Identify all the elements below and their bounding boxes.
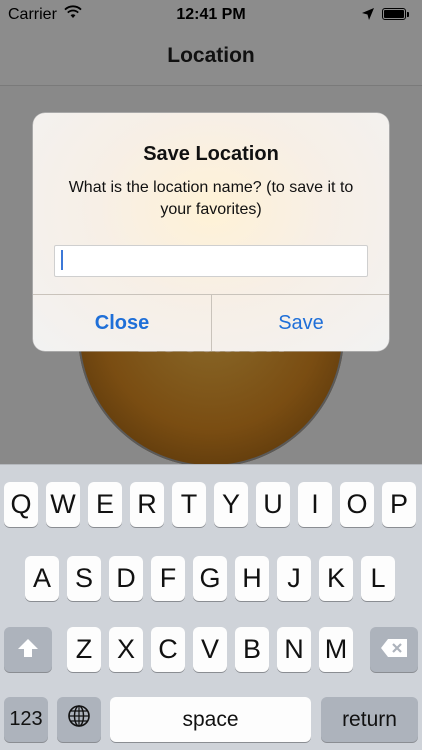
location-arrow-icon xyxy=(361,7,375,21)
navigation-bar: Location xyxy=(0,30,422,86)
alert-title: Save Location xyxy=(143,143,279,165)
key-g[interactable]: G xyxy=(193,556,227,601)
numbers-key[interactable]: 123 xyxy=(4,697,48,742)
shift-icon xyxy=(17,634,39,665)
key-h[interactable]: H xyxy=(235,556,269,601)
key-q[interactable]: Q xyxy=(4,482,38,527)
location-name-input[interactable] xyxy=(54,245,368,277)
key-l[interactable]: L xyxy=(361,556,395,601)
key-c[interactable]: C xyxy=(151,627,185,672)
key-z[interactable]: Z xyxy=(67,627,101,672)
key-d[interactable]: D xyxy=(109,556,143,601)
status-bar: Carrier 12:41 PM xyxy=(0,0,422,30)
close-button[interactable]: Close xyxy=(33,295,211,351)
key-j[interactable]: J xyxy=(277,556,311,601)
key-u[interactable]: U xyxy=(256,482,290,527)
key-w[interactable]: W xyxy=(46,482,80,527)
key-v[interactable]: V xyxy=(193,627,227,672)
key-i[interactable]: I xyxy=(298,482,332,527)
battery-icon xyxy=(382,8,412,22)
key-r[interactable]: R xyxy=(130,482,164,527)
key-y[interactable]: Y xyxy=(214,482,248,527)
globe-key[interactable] xyxy=(57,697,101,742)
key-x[interactable]: X xyxy=(109,627,143,672)
save-button[interactable]: Save xyxy=(212,295,389,351)
backspace-key[interactable] xyxy=(370,627,418,672)
save-location-alert: Save Location What is the location name?… xyxy=(33,113,389,351)
key-f[interactable]: F xyxy=(151,556,185,601)
space-key[interactable]: space xyxy=(110,697,311,742)
shift-key[interactable] xyxy=(4,627,52,672)
key-k[interactable]: K xyxy=(319,556,353,601)
alert-message: What is the location name? (to save it t… xyxy=(68,179,354,218)
key-a[interactable]: A xyxy=(25,556,59,601)
backspace-icon xyxy=(380,634,408,665)
page-title: Location xyxy=(167,44,255,67)
key-n[interactable]: N xyxy=(277,627,311,672)
key-o[interactable]: O xyxy=(340,482,374,527)
return-key[interactable]: return xyxy=(321,697,418,742)
key-b[interactable]: B xyxy=(235,627,269,672)
key-t[interactable]: T xyxy=(172,482,206,527)
key-s[interactable]: S xyxy=(67,556,101,601)
key-e[interactable]: E xyxy=(88,482,122,527)
key-m[interactable]: M xyxy=(319,627,353,672)
keyboard: Q W E R T Y U I O P A S D F G H J K L Z … xyxy=(0,464,422,750)
key-p[interactable]: P xyxy=(382,482,416,527)
status-time: 12:41 PM xyxy=(176,6,246,23)
globe-icon xyxy=(67,704,91,735)
